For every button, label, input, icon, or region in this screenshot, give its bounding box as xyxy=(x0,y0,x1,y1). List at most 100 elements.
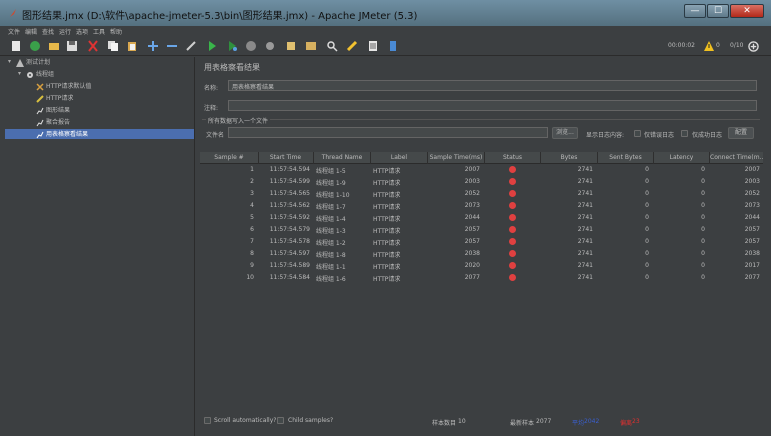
shutdown-icon[interactable] xyxy=(264,40,276,52)
errors-only-checkbox[interactable] xyxy=(634,130,641,137)
deviation-value: 23 xyxy=(632,418,640,425)
help-icon[interactable] xyxy=(387,40,399,52)
table-row[interactable]: 5 11:57:54.592 线程组 1-4 HTTP请求 2044 2741 0 0 2044 xyxy=(200,212,763,224)
page-title: 用表格察看结果 xyxy=(204,63,260,72)
table-cell: 11:57:54.592 xyxy=(269,214,310,221)
start-no-pauses-icon[interactable] xyxy=(226,40,238,52)
search-icon[interactable] xyxy=(326,40,338,52)
menu-options[interactable]: 选项 xyxy=(76,27,88,36)
clear-all-icon[interactable] xyxy=(305,40,317,52)
tree-node-view-results-table[interactable]: 用表格察看结果 xyxy=(5,129,194,139)
paste-icon[interactable] xyxy=(126,40,138,52)
table-row[interactable]: 9 11:57:54.589 线程组 1-1 HTTP请求 2020 2741 0 0 2017 xyxy=(200,260,763,272)
configure-button[interactable]: 配置 xyxy=(728,127,754,139)
collapse-all-icon[interactable] xyxy=(166,40,178,52)
column-header[interactable]: Bytes xyxy=(541,154,597,161)
table-row[interactable]: 8 11:57:54.597 线程组 1-8 HTTP请求 2038 2741 0 0 2038 xyxy=(200,248,763,260)
table-cell: 0 xyxy=(701,238,705,245)
tree-node-aggregate-report[interactable]: 聚合报告 xyxy=(36,117,70,127)
table-cell: 11:57:54.562 xyxy=(269,202,310,209)
new-file-icon[interactable] xyxy=(10,40,22,52)
table-row[interactable]: 2 11:57:54.599 线程组 1-9 HTTP请求 2003 2741 0 0 2003 xyxy=(200,176,763,188)
scroll-automatically-checkbox[interactable] xyxy=(204,417,211,424)
cut-icon[interactable] xyxy=(87,40,99,52)
table-row[interactable]: 7 11:57:54.578 线程组 1-2 HTTP请求 2057 2741 0 0 2057 xyxy=(200,236,763,248)
table-cell: 2077 xyxy=(464,274,480,281)
chart-icon xyxy=(36,107,44,114)
table-row[interactable]: 6 11:57:54.579 线程组 1-3 HTTP请求 2057 2741 0 0 2057 xyxy=(200,224,763,236)
table-cell: 2741 xyxy=(577,226,593,233)
tree-node-test-plan[interactable]: 测试计划 xyxy=(16,57,50,67)
table-cell: 9 xyxy=(250,262,254,269)
name-field[interactable]: 用表格察看结果 xyxy=(228,80,757,91)
table-cell: 0 xyxy=(701,226,705,233)
column-header[interactable]: Thread Name xyxy=(314,154,370,161)
open-folder-icon[interactable] xyxy=(48,40,60,52)
table-cell: 4 xyxy=(250,202,254,209)
table-cell: HTTP请求 xyxy=(373,252,401,259)
start-icon[interactable] xyxy=(206,40,218,52)
table-cell: HTTP请求 xyxy=(373,264,401,271)
child-samples-checkbox[interactable] xyxy=(277,417,284,424)
maximize-button[interactable]: ☐ xyxy=(707,4,729,18)
warning-icon[interactable] xyxy=(704,41,714,51)
menu-tools[interactable]: 工具 xyxy=(93,27,105,36)
menu-help[interactable]: 帮助 xyxy=(110,27,122,36)
templates-icon[interactable] xyxy=(29,40,41,52)
copy-icon[interactable] xyxy=(107,40,119,52)
table-cell: 0 xyxy=(645,274,649,281)
table-row[interactable]: 1 11:57:54.594 线程组 1-5 HTTP请求 2007 2741 0 0 2007 xyxy=(200,164,763,176)
menu-run[interactable]: 运行 xyxy=(59,27,71,36)
results-table-panel: 用表格察看结果 名称: 用表格察看结果 注释: 所有数据写入一个文件 文件名 浏… xyxy=(196,57,771,436)
table-cell: 0 xyxy=(701,202,705,209)
toggle-icon[interactable] xyxy=(185,40,197,52)
column-header[interactable]: Start Time xyxy=(259,154,312,161)
chart-icon xyxy=(36,131,44,138)
function-helper-icon[interactable] xyxy=(367,40,379,52)
wrench-icon xyxy=(36,82,44,91)
error-status-icon xyxy=(509,250,516,257)
column-header[interactable]: Label xyxy=(371,154,427,161)
column-header[interactable]: Sent Bytes xyxy=(598,154,653,161)
table-row[interactable]: 10 11:57:54.584 线程组 1-6 HTTP请求 2077 2741 0 0 207… xyxy=(200,272,763,284)
stop-icon[interactable] xyxy=(245,40,257,52)
table-cell: 0 xyxy=(701,214,705,221)
table-cell: 线程组 1-3 xyxy=(316,228,346,235)
close-button[interactable]: ✕ xyxy=(730,4,764,18)
active-threads: 0/10 xyxy=(730,42,744,49)
table-cell: 2044 xyxy=(744,214,760,221)
table-cell: 线程组 1-5 xyxy=(316,168,346,175)
table-row[interactable]: 3 11:57:54.565 线程组 1-10 HTTP请求 2052 2741 0 0 205… xyxy=(200,188,763,200)
tree-collapse-icon[interactable]: ▾ xyxy=(8,58,11,65)
latest-sample-value: 2077 xyxy=(536,418,552,425)
expand-all-icon[interactable] xyxy=(147,40,159,52)
column-header[interactable]: Latency xyxy=(654,154,709,161)
table-cell: 11:57:54.594 xyxy=(269,166,310,173)
tree-node-http-defaults[interactable]: HTTP请求默认值 xyxy=(36,81,91,91)
success-only-checkbox[interactable] xyxy=(681,130,688,137)
menu-search[interactable]: 查找 xyxy=(42,27,54,36)
menu-file[interactable]: 文件 xyxy=(8,27,20,36)
table-row[interactable]: 4 11:57:54.562 线程组 1-7 HTTP请求 2073 2741 0 0 2073 xyxy=(200,200,763,212)
clear-icon[interactable] xyxy=(285,40,297,52)
column-header[interactable]: Sample Time(ms) xyxy=(428,154,484,161)
remote-start-icon[interactable] xyxy=(748,41,759,52)
browse-button[interactable]: 浏览... xyxy=(552,127,578,139)
filename-field[interactable] xyxy=(228,127,548,138)
menu-edit[interactable]: 编辑 xyxy=(25,27,37,36)
reset-search-icon[interactable] xyxy=(346,40,358,52)
latest-sample-label: 最新样本 xyxy=(510,420,535,427)
tree-node-thread-group[interactable]: 线程组 xyxy=(26,69,54,79)
tree-collapse-icon[interactable]: ▾ xyxy=(18,70,21,77)
comment-field[interactable] xyxy=(228,100,757,111)
tree-node-http-request[interactable]: HTTP请求 xyxy=(36,93,73,103)
table-cell: 8 xyxy=(250,250,254,257)
table-cell: 0 xyxy=(645,238,649,245)
save-icon[interactable] xyxy=(66,40,78,52)
column-header[interactable]: Sample # xyxy=(200,154,258,161)
column-header[interactable]: Status xyxy=(485,154,540,161)
column-header[interactable]: Connect Time(m... xyxy=(710,154,763,161)
table-cell: 0 xyxy=(701,250,705,257)
tree-node-graph-results[interactable]: 图形结果 xyxy=(36,105,70,115)
minimize-button[interactable]: — xyxy=(684,4,706,18)
